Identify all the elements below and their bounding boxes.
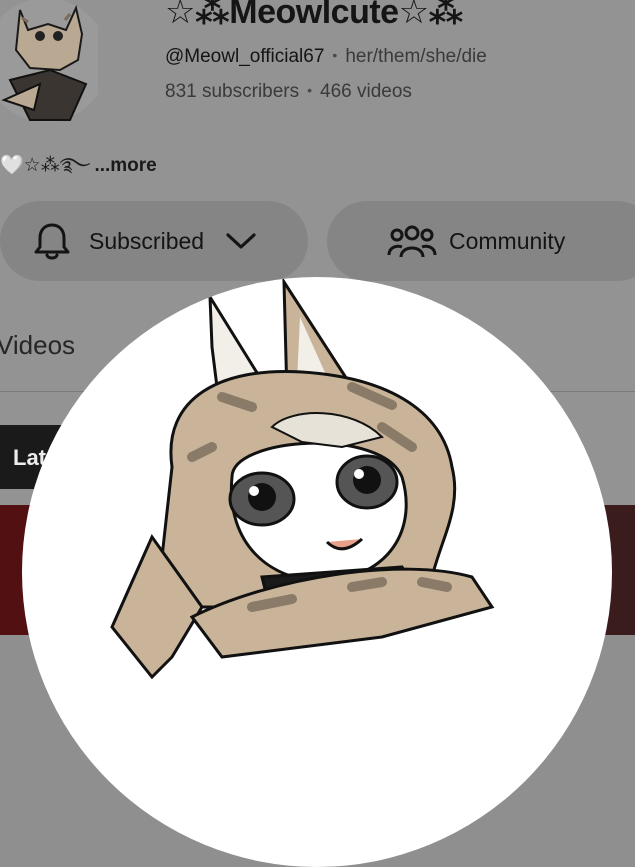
separator-dot: •	[332, 47, 338, 63]
bell-icon	[33, 221, 71, 261]
enlarged-avatar-image	[22, 277, 612, 867]
community-button[interactable]: Community	[327, 201, 635, 281]
tab-videos[interactable]: Videos	[0, 330, 75, 361]
more-link[interactable]: ...more	[94, 155, 156, 176]
channel-avatar[interactable]	[0, 0, 98, 122]
channel-description[interactable]: 🤍☆⁂࿐ ...more	[0, 143, 157, 197]
subscribed-button[interactable]: Subscribed	[0, 201, 308, 281]
video-count: 466 videos	[320, 81, 412, 102]
separator-dot: •	[307, 82, 313, 98]
channel-meta-stats-row: 831 subscribers • 466 videos	[165, 81, 412, 103]
channel-name: ☆⁂Meowlcute☆⁂	[165, 0, 463, 31]
chevron-down-icon	[226, 232, 256, 250]
subscribed-label: Subscribed	[89, 227, 205, 254]
community-label: Community	[449, 227, 566, 254]
description-text: 🤍☆⁂࿐	[0, 155, 91, 176]
channel-meta-handle-row: @Meowl_official67 • her/them/she/die	[165, 46, 487, 68]
channel-handle: @Meowl_official67	[165, 46, 325, 67]
subscriber-count: 831 subscribers	[165, 81, 300, 102]
channel-pronouns: her/them/she/die	[345, 46, 487, 67]
people-group-icon	[387, 221, 437, 261]
